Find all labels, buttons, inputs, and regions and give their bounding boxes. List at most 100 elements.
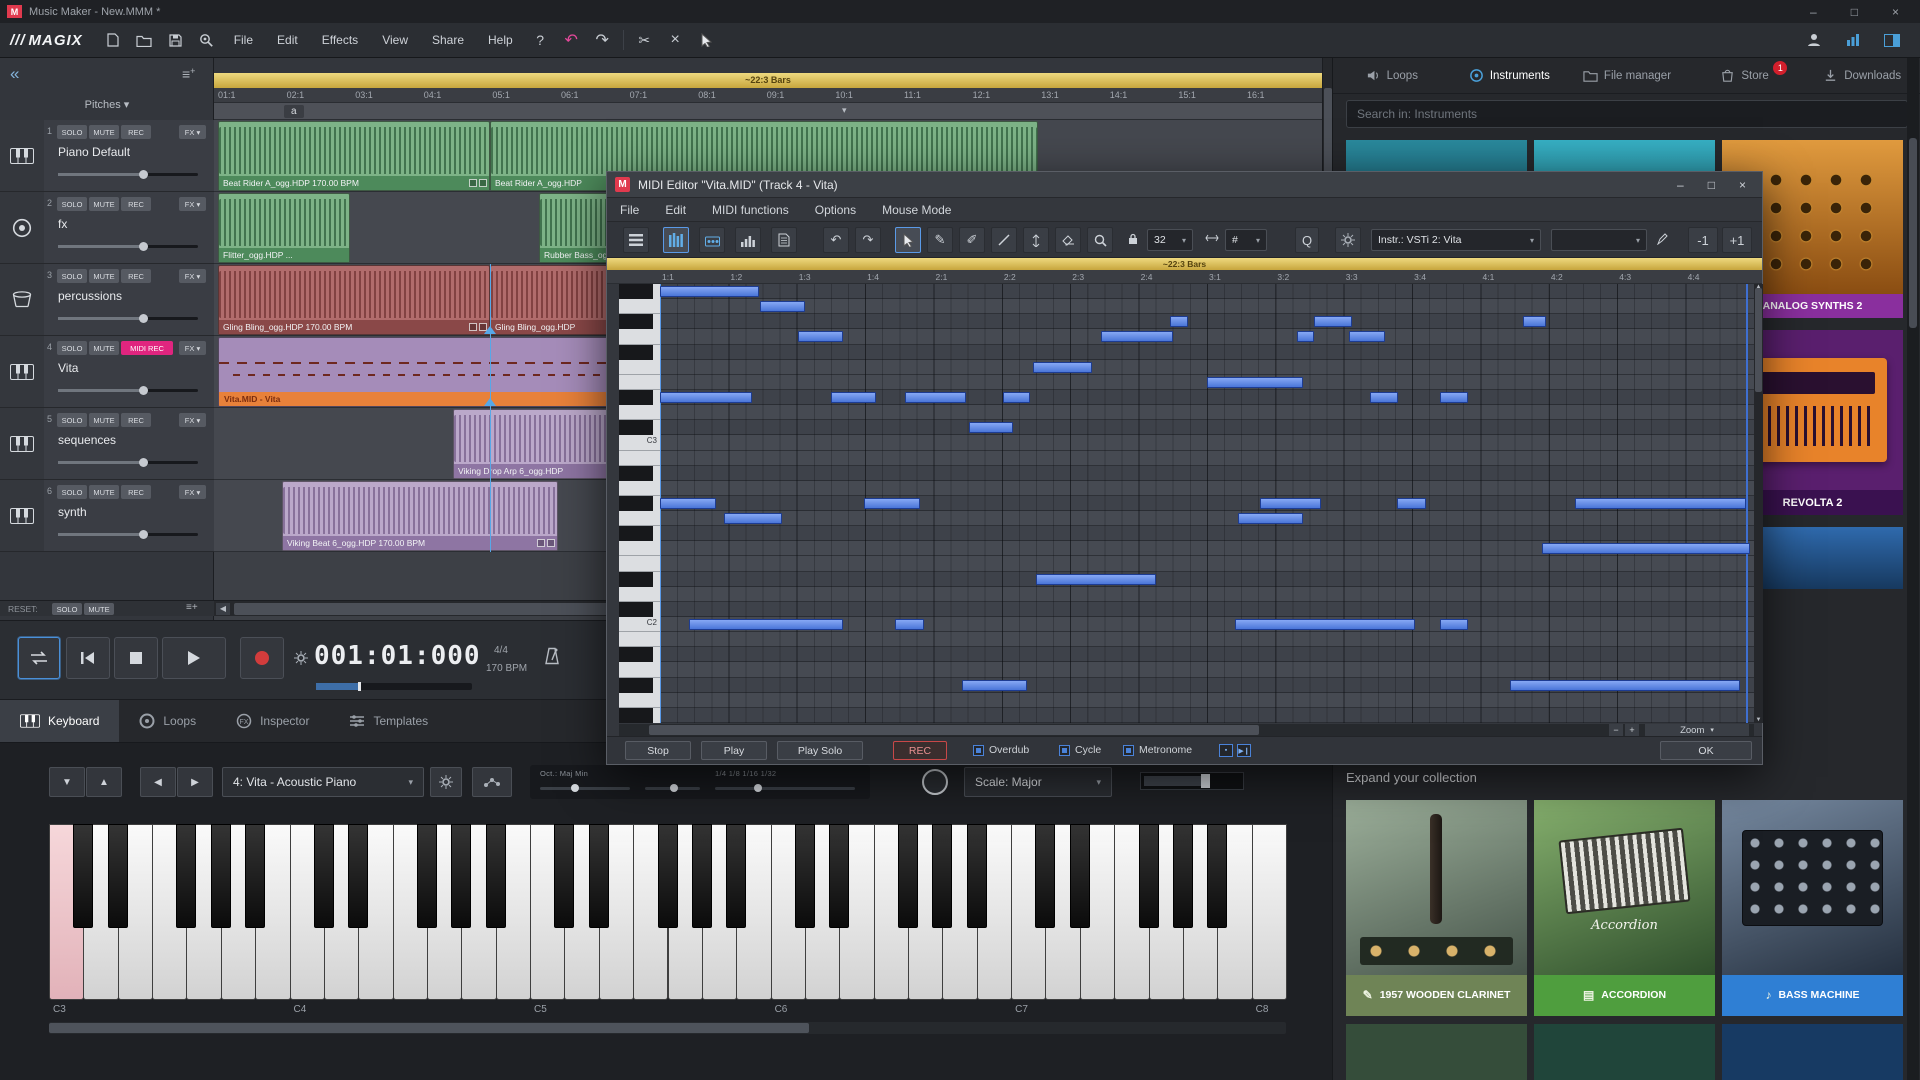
save-icon[interactable]	[161, 27, 190, 53]
tab-templates[interactable]: Templates	[329, 700, 448, 742]
audio-clip[interactable]: Flitter_ogg.HDP ...	[218, 193, 350, 263]
brush-tool-icon[interactable]: ✐	[959, 227, 985, 253]
midi-note[interactable]	[1575, 497, 1746, 509]
product-card[interactable]: ✎ 1957 WOODEN CLARINET	[1346, 800, 1527, 1016]
pencil-tool-icon[interactable]: ✎	[927, 227, 953, 253]
velocity-editor-icon[interactable]	[735, 227, 761, 253]
midi-piano-key[interactable]	[619, 405, 660, 421]
keyboard-black-key[interactable]	[657, 824, 678, 928]
midi-note[interactable]	[1349, 331, 1385, 343]
midi-piano-key[interactable]: C2	[619, 617, 660, 633]
open-folder-icon[interactable]	[130, 27, 159, 53]
transpose-tool-icon[interactable]	[1023, 227, 1049, 253]
track-fx-button[interactable]: FX ▾	[179, 413, 206, 427]
midi-note[interactable]	[1440, 391, 1468, 403]
midi-note[interactable]	[1297, 331, 1314, 343]
product-card[interactable]: ♪ BASS MACHINE	[1722, 800, 1903, 1016]
transpose-minus-button[interactable]: -1	[1688, 227, 1718, 253]
midi-note[interactable]	[1101, 331, 1173, 343]
keyboard-black-key[interactable]	[176, 824, 197, 928]
midi-note[interactable]	[724, 513, 782, 525]
product-card[interactable]	[1346, 1024, 1527, 1080]
menu-effects[interactable]: Effects	[311, 33, 369, 47]
clip-option-icons[interactable]	[469, 179, 487, 187]
arrangement-marker-strip[interactable]: a ▾	[214, 103, 1322, 120]
audio-clip[interactable]: Gling Bling_ogg.HDP 170.00 BPM	[218, 265, 490, 335]
maximize-icon[interactable]: □	[1708, 178, 1715, 192]
keyboard-black-key[interactable]	[554, 824, 575, 928]
midi-note[interactable]	[1170, 316, 1188, 328]
reset-mute-button[interactable]: MUTE	[84, 603, 114, 615]
zoom-tool-icon[interactable]	[1087, 227, 1113, 253]
keyboard-black-key[interactable]	[1172, 824, 1193, 928]
rewind-button[interactable]	[66, 637, 110, 679]
zoom-in-icon[interactable]: +	[1625, 724, 1639, 736]
midi-note[interactable]	[1207, 376, 1303, 388]
loop-range-bar[interactable]: ~22:3 Bars	[214, 73, 1322, 88]
track-volume-slider[interactable]	[58, 314, 198, 323]
keyboard-black-key[interactable]	[1035, 824, 1056, 928]
midi-piano-key[interactable]	[619, 601, 660, 618]
loop-button[interactable]	[18, 637, 60, 679]
reset-menu-icon[interactable]: ≡+	[186, 602, 198, 613]
track-rec-button[interactable]: REC	[121, 197, 151, 211]
midi-piano-key[interactable]	[619, 450, 660, 466]
transpose-plus-button[interactable]: +1	[1722, 227, 1752, 253]
track-fx-button[interactable]: FX ▾	[179, 341, 206, 355]
zoom-select[interactable]: Zoom ▾	[1645, 724, 1749, 736]
midi-piano-key[interactable]	[619, 284, 660, 300]
menu-options[interactable]: Options	[815, 203, 856, 217]
product-card[interactable]	[1534, 1024, 1715, 1080]
keyboard-black-key[interactable]	[588, 824, 609, 928]
midi-piano-key[interactable]: C3	[619, 435, 660, 451]
piano-roll-view-icon[interactable]	[663, 227, 689, 253]
midi-piano-key[interactable]	[619, 541, 660, 557]
menu-view[interactable]: View	[371, 33, 419, 47]
midi-note[interactable]	[1235, 619, 1415, 631]
track-volume-slider[interactable]	[58, 242, 198, 251]
keyboard-black-key[interactable]	[313, 824, 334, 928]
keyboard-black-key[interactable]	[1207, 824, 1228, 928]
hscroll-thumb[interactable]	[649, 725, 1259, 735]
menu-share[interactable]: Share	[421, 33, 475, 47]
midi-note[interactable]	[1036, 573, 1156, 585]
midi-piano-key[interactable]	[619, 314, 660, 330]
audio-clip[interactable]: Beat Rider A_ogg.HDP 170.00 BPM	[218, 121, 490, 191]
midi-note[interactable]	[962, 679, 1027, 691]
midi-note[interactable]	[1238, 513, 1303, 525]
track-fx-button[interactable]: FX ▾	[179, 125, 206, 139]
midi-piano-key[interactable]	[619, 586, 660, 602]
track-volume-slider[interactable]	[58, 530, 198, 539]
cursor-tool-icon[interactable]	[692, 27, 721, 53]
keyboard-black-key[interactable]	[966, 824, 987, 928]
list-editor-icon[interactable]	[771, 227, 797, 253]
midi-play-solo-button[interactable]: Play Solo	[777, 741, 863, 760]
overdub-checkbox[interactable]: Overdub	[973, 744, 1029, 756]
midi-piano-key[interactable]	[619, 329, 660, 345]
marker-dropdown-icon[interactable]: ▾	[842, 105, 847, 116]
menu-midi-functions[interactable]: MIDI functions	[712, 203, 789, 217]
quantize-button[interactable]: Q	[1295, 227, 1319, 253]
track-header-2[interactable]: 2 SOLO MUTE REC FX ▾ fx	[0, 192, 214, 264]
track-rec-button[interactable]: REC	[121, 485, 151, 499]
panel-scrollbar[interactable]	[1907, 58, 1919, 1080]
midi-piano-key[interactable]	[619, 692, 660, 708]
keyboard-black-key[interactable]	[1069, 824, 1090, 928]
tab-downloads[interactable]: Downloads	[1803, 58, 1920, 93]
midi-editor-titlebar[interactable]: M MIDI Editor "Vita.MID" (Track 4 - Vita…	[607, 172, 1762, 198]
close-icon[interactable]: ×	[1892, 5, 1899, 19]
midi-piano-key[interactable]	[619, 632, 660, 648]
keyboard-black-key[interactable]	[73, 824, 94, 928]
track-mute-button[interactable]: MUTE	[89, 341, 119, 355]
midi-piano-key[interactable]	[619, 389, 660, 406]
piano-roll-grid[interactable]	[660, 284, 1754, 723]
keyboard-black-key[interactable]	[107, 824, 128, 928]
midi-note[interactable]	[798, 331, 843, 343]
track-rec-button[interactable]: MIDI REC	[121, 341, 173, 355]
midi-note[interactable]	[1370, 391, 1398, 403]
midi-note[interactable]	[689, 619, 843, 631]
keyboard-black-key[interactable]	[348, 824, 369, 928]
midi-rec-button[interactable]: REC	[893, 741, 947, 760]
track-rec-button[interactable]: REC	[121, 413, 151, 427]
midi-stop-button[interactable]: Stop	[625, 741, 691, 760]
